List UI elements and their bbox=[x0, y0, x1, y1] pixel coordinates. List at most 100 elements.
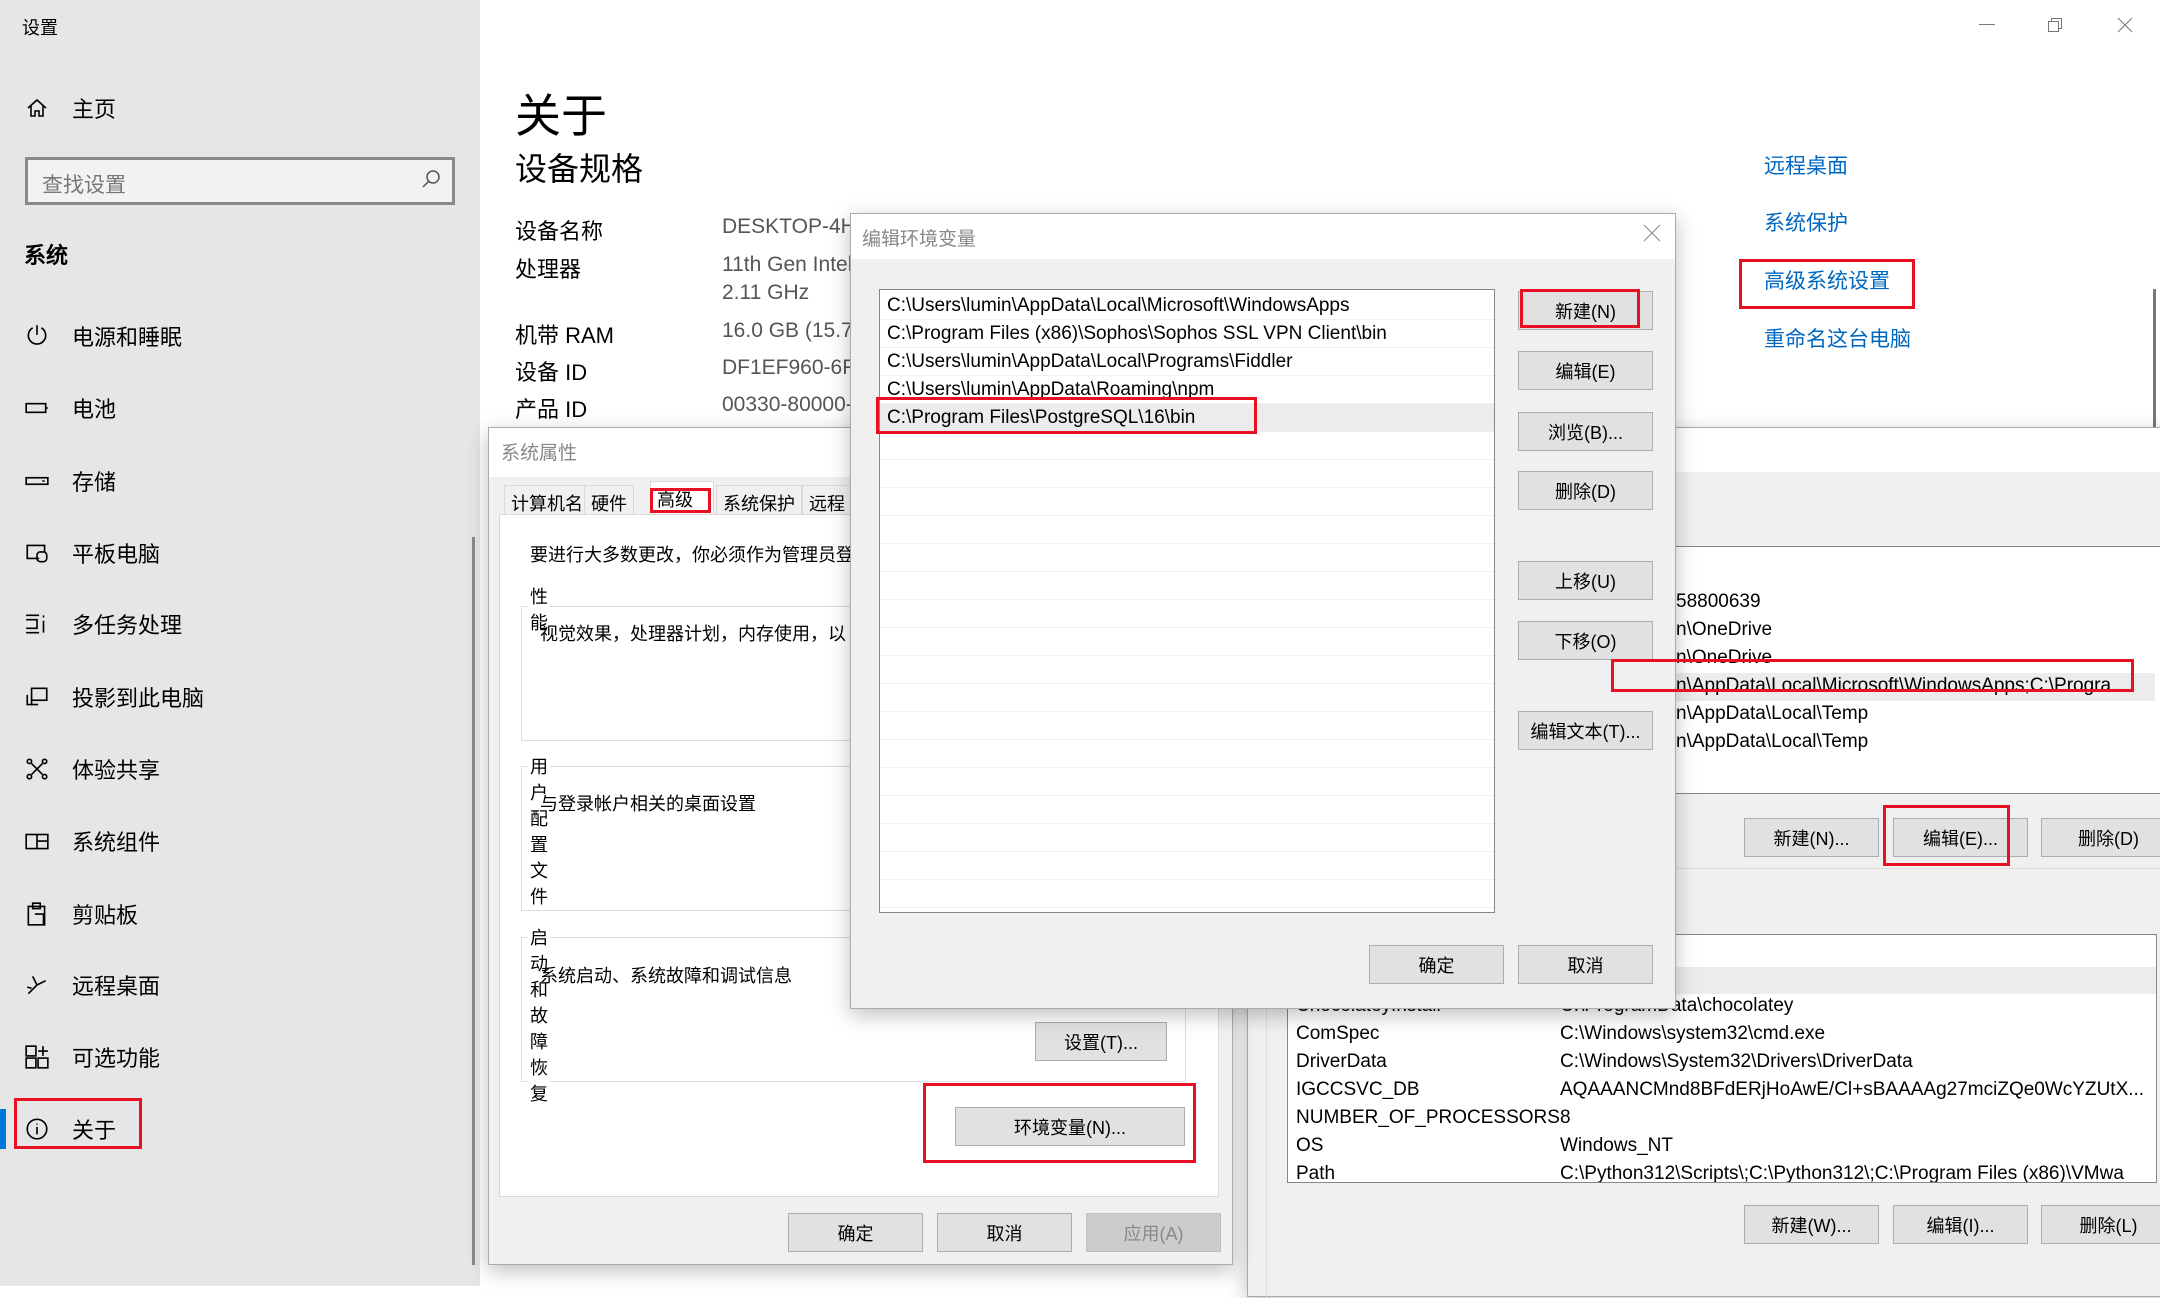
path-list-item[interactable]: C:\Users\lumin\AppData\Roaming\npm bbox=[880, 376, 1494, 404]
tablet-icon bbox=[22, 538, 52, 568]
path-list-item[interactable]: C:\Program Files\PostgreSQL\16\bin bbox=[880, 404, 1494, 432]
system-variable-value[interactable]: Windows_NT bbox=[1560, 1135, 1673, 1157]
link-remote-desktop[interactable]: 远程桌面 bbox=[1764, 150, 1848, 180]
sidebar-item-label: 电源和睡眠 bbox=[72, 325, 183, 350]
path-list-empty-row bbox=[880, 572, 1494, 600]
path-list-item[interactable]: C:\Users\lumin\AppData\Local\Microsoft\W… bbox=[880, 292, 1494, 320]
performance-desc: 视觉效果，处理器计划，内存使用，以 bbox=[540, 624, 846, 644]
apply-button[interactable]: 应用(A) bbox=[1086, 1213, 1221, 1252]
spec-value: DESKTOP-4HD bbox=[722, 215, 871, 238]
search-settings-input[interactable]: 查找设置 bbox=[25, 157, 455, 205]
path-list-empty-row bbox=[880, 656, 1494, 684]
path-list-empty-row bbox=[880, 600, 1494, 628]
path-list-item[interactable]: C:\Users\lumin\AppData\Local\Programs\Fi… bbox=[880, 348, 1494, 376]
system-variable-value[interactable]: C:\Windows\System32\Drivers\DriverData bbox=[1560, 1051, 1913, 1073]
system-variable-name[interactable]: NUMBER_OF_PROCESSORS bbox=[1296, 1107, 1560, 1129]
user-new-button[interactable]: 新建(N)... bbox=[1744, 818, 1879, 857]
startup-settings-button[interactable]: 设置(T)... bbox=[1035, 1022, 1167, 1061]
environment-variables-button[interactable]: 环境变量(N)... bbox=[955, 1107, 1185, 1146]
ok-button[interactable]: 确定 bbox=[788, 1213, 923, 1252]
sidebar-item-power[interactable]: 电源和睡眠 bbox=[0, 312, 474, 360]
ok-button[interactable]: 确定 bbox=[1369, 945, 1504, 984]
user-profiles-desc: 与登录帐户相关的桌面设置 bbox=[540, 794, 756, 814]
browse-button[interactable]: 浏览(B)... bbox=[1518, 412, 1653, 451]
close-button[interactable] bbox=[2105, 10, 2145, 40]
delete-button[interactable]: 删除(D) bbox=[1518, 471, 1653, 510]
sidebar-item-shared-experiences[interactable]: 体验共享 bbox=[0, 745, 474, 793]
system-variable-name[interactable]: OS bbox=[1296, 1135, 1323, 1157]
sidebar-item-optional-features[interactable]: 可选功能 bbox=[0, 1033, 474, 1081]
sidebar-item-label: 投影到此电脑 bbox=[72, 686, 205, 711]
link-advanced-system-settings[interactable]: 高级系统设置 bbox=[1764, 265, 1890, 295]
edit-environment-variable-dialog: 编辑环境变量 C:\Users\lumin\AppData\Local\Micr… bbox=[850, 213, 1676, 1009]
user-variable-value[interactable]: n\AppData\Local\Temp bbox=[1676, 703, 1868, 725]
sidebar-item-info[interactable]: 关于 bbox=[0, 1105, 474, 1153]
sidebar-item-battery[interactable]: 电池 bbox=[0, 384, 474, 432]
new-button[interactable]: 新建(N) bbox=[1518, 291, 1653, 330]
tab-system-protection[interactable]: 系统保护 bbox=[716, 485, 802, 515]
path-list-item[interactable]: C:\Program Files (x86)\Sophos\Sophos SSL… bbox=[880, 320, 1494, 348]
path-list-empty-row bbox=[880, 460, 1494, 488]
edit-button[interactable]: 编辑(E) bbox=[1518, 351, 1653, 390]
system-variable-value[interactable]: AQAAANCMnd8BFdERjHoAwE/Cl+sBAAAAg27mciZQ… bbox=[1560, 1079, 2144, 1101]
system-delete-button[interactable]: 删除(L) bbox=[2041, 1205, 2160, 1244]
sidebar-item-tablet[interactable]: 平板电脑 bbox=[0, 529, 474, 577]
path-list-empty-row bbox=[880, 516, 1494, 544]
tab-remote[interactable]: 远程 bbox=[802, 485, 852, 515]
system-variable-value[interactable]: 8 bbox=[1560, 1107, 1571, 1129]
sidebar-item-storage[interactable]: 存储 bbox=[0, 457, 474, 505]
system-variable-name[interactable]: ComSpec bbox=[1296, 1023, 1379, 1045]
cancel-button[interactable]: 取消 bbox=[1518, 945, 1653, 984]
user-variable-value[interactable]: 58800639 bbox=[1676, 591, 1761, 613]
system-edit-button[interactable]: 编辑(I)... bbox=[1893, 1205, 2028, 1244]
tab-advanced[interactable]: 高级 bbox=[650, 481, 714, 515]
sidebar-item-system-components[interactable]: 系统组件 bbox=[0, 817, 474, 865]
tab-hardware[interactable]: 硬件 bbox=[584, 485, 634, 515]
shared-experiences-icon bbox=[22, 754, 52, 784]
cancel-button[interactable]: 取消 bbox=[937, 1213, 1072, 1252]
storage-icon bbox=[22, 466, 52, 496]
system-variable-value[interactable]: C:\Python312\Scripts\;C:\Python312\;C:\P… bbox=[1560, 1163, 2124, 1182]
system-variable-name[interactable]: Path bbox=[1296, 1163, 1335, 1182]
restore-button[interactable] bbox=[2035, 10, 2075, 40]
edit-text-button[interactable]: 编辑文本(T)... bbox=[1518, 711, 1653, 750]
sidebar-item-home[interactable]: 主页 bbox=[0, 84, 474, 132]
path-list-empty-row bbox=[880, 880, 1494, 908]
user-variable-value[interactable]: n\AppData\Local\Temp bbox=[1676, 731, 1868, 753]
user-variable-value[interactable]: n\OneDrive bbox=[1676, 619, 1772, 641]
main-scrollbar[interactable] bbox=[2153, 289, 2156, 427]
sidebar-item-project[interactable]: 投影到此电脑 bbox=[0, 673, 474, 721]
move-up-button[interactable]: 上移(U) bbox=[1518, 561, 1653, 600]
link-rename-pc[interactable]: 重命名这台电脑 bbox=[1764, 323, 1911, 353]
sidebar-item-clipboard[interactable]: 剪贴板 bbox=[0, 890, 474, 938]
minimize-button[interactable] bbox=[1967, 10, 2007, 40]
path-list-empty-row bbox=[880, 628, 1494, 656]
selected-indicator bbox=[0, 1109, 6, 1149]
dialog-close-button[interactable] bbox=[1643, 224, 1661, 247]
sidebar-item-label: 远程桌面 bbox=[72, 974, 161, 999]
sidebar-item-label: 体验共享 bbox=[72, 758, 161, 783]
spec-value: 2.11 GHz bbox=[722, 281, 810, 304]
system-new-button[interactable]: 新建(W)... bbox=[1744, 1205, 1879, 1244]
user-variable-value[interactable]: n\OneDrive bbox=[1676, 647, 1772, 669]
user-delete-button[interactable]: 删除(D) bbox=[2041, 818, 2160, 857]
path-list-empty-row bbox=[880, 488, 1494, 516]
sidebar-item-label: 系统组件 bbox=[72, 830, 161, 855]
spec-value: DF1EF960-6FF bbox=[722, 356, 868, 379]
path-list[interactable]: C:\Users\lumin\AppData\Local\Microsoft\W… bbox=[879, 289, 1495, 913]
sidebar-scrollbar[interactable] bbox=[472, 537, 475, 1265]
move-down-button[interactable]: 下移(O) bbox=[1518, 621, 1653, 660]
link-system-protection[interactable]: 系统保护 bbox=[1764, 207, 1848, 237]
path-list-empty-row bbox=[880, 768, 1494, 796]
admin-note: 要进行大多数更改，你必须作为管理员登 bbox=[530, 545, 854, 565]
system-variable-name[interactable]: IGCCSVC_DB bbox=[1296, 1079, 1420, 1101]
system-variable-value[interactable]: C:\Windows\system32\cmd.exe bbox=[1560, 1023, 1825, 1045]
tab-computer-name[interactable]: 计算机名 bbox=[504, 485, 590, 515]
user-variable-value[interactable]: n\AppData\Local\Microsoft\WindowsApps;C:… bbox=[1676, 675, 2127, 697]
spec-label: 处理器 bbox=[515, 257, 582, 282]
system-variable-name[interactable]: DriverData bbox=[1296, 1051, 1387, 1073]
sidebar-item-multitasking[interactable]: 多任务处理 bbox=[0, 600, 474, 648]
user-edit-button[interactable]: 编辑(E)... bbox=[1893, 818, 2028, 857]
sidebar-item-remote-desktop[interactable]: 远程桌面 bbox=[0, 961, 474, 1009]
search-icon[interactable] bbox=[420, 168, 442, 196]
